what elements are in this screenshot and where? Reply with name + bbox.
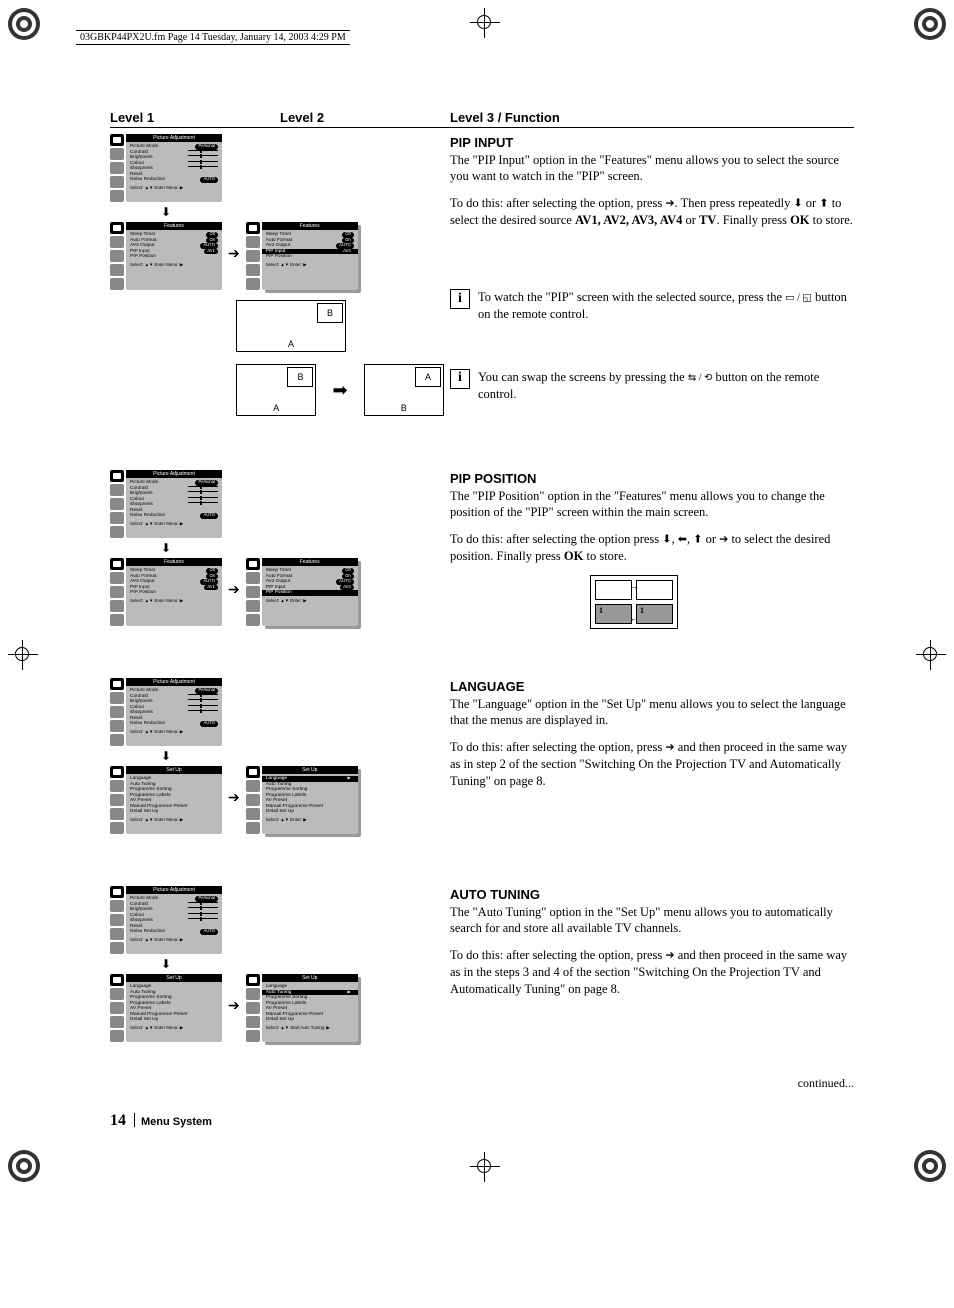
right-arrow-icon: ➔ <box>228 246 240 263</box>
pip-input-desc: The "PIP Input" option in the "Features"… <box>450 152 854 186</box>
page-footer: 14 Menu System <box>110 1111 854 1130</box>
main-label: A <box>288 339 294 349</box>
picture-adjustment-menu: Picture AdjustmentPicture ModePersonalCo… <box>110 886 450 954</box>
auto-tuning-diagram: Picture AdjustmentPicture ModePersonalCo… <box>110 886 450 1046</box>
features-menu-l2-pippos: FeaturesSleep TimerOffAuto FormatOnAV3 O… <box>246 558 358 626</box>
down-arrow-icon: ⬇ <box>662 534 671 546</box>
right-arrow-icon: ➔ <box>228 790 240 807</box>
footer-title: Menu System <box>141 1116 212 1128</box>
pip-position-title: PIP POSITION <box>450 470 854 488</box>
right-arrow-icon: ➔ <box>228 998 240 1015</box>
page-content: Level 1 Level 2 Level 3 / Function Pictu… <box>0 0 954 1190</box>
up-arrow-icon: ⬆ <box>819 198 828 210</box>
pip-position-howto: To do this: after selecting the option p… <box>450 531 854 565</box>
features-menu-l1: FeaturesSleep TimerOffAuto FormatOnAV3 O… <box>110 558 222 626</box>
level1-heading: Level 1 <box>110 110 280 125</box>
setup-menu-l1: Set UpLanguageAuto TuningProgramme Sorti… <box>110 766 222 834</box>
auto-tuning-section: Picture AdjustmentPicture ModePersonalCo… <box>110 886 854 1046</box>
registration-mark-icon <box>6 6 42 42</box>
crop-mark-icon <box>916 640 946 670</box>
right-arrow-icon: ➔ <box>665 950 674 962</box>
info-watch-pip: i To watch the "PIP" screen with the sel… <box>450 289 854 323</box>
right-arrow-icon: → <box>630 580 639 592</box>
level3-heading: Level 3 / Function <box>450 110 854 125</box>
language-title: LANGUAGE <box>450 678 854 696</box>
info-icon: i <box>450 289 470 309</box>
registration-mark-icon <box>912 1148 948 1184</box>
crop-mark-icon <box>470 1152 500 1182</box>
down-arrow-icon: ⬇ <box>156 958 176 970</box>
language-section: Picture AdjustmentPicture ModePersonalCo… <box>110 678 854 838</box>
auto-tuning-title: AUTO TUNING <box>450 886 854 904</box>
registration-mark-icon <box>912 6 948 42</box>
pip-position-quadrant-diagram: 1 1 → ← <box>590 575 678 629</box>
pip-label: B <box>327 308 333 318</box>
pip-position-section: Picture AdjustmentPicture ModePersonalCo… <box>110 470 854 630</box>
picture-adjustment-menu: Picture AdjustmentPicture ModePersonalCo… <box>110 678 450 746</box>
pip-input-title: PIP INPUT <box>450 134 854 152</box>
pip-input-section: Picture AdjustmentPicture ModePersonalCo… <box>110 134 854 422</box>
screen-preview-box-b: A B <box>364 364 444 416</box>
auto-tuning-desc: The "Auto Tuning" option in the "Set Up"… <box>450 904 854 938</box>
auto-tuning-howto: To do this: after selecting the option, … <box>450 947 854 998</box>
level2-heading: Level 2 <box>280 110 450 125</box>
page-number: 14 <box>110 1112 126 1130</box>
continued-label: continued... <box>110 1076 854 1091</box>
file-meta-header: 03GBKP44PX2U.fm Page 14 Tuesday, January… <box>76 30 350 45</box>
swap-arrow-icon: ➡ <box>332 380 347 401</box>
down-arrow-icon: ⬇ <box>156 206 176 218</box>
crop-mark-icon <box>470 8 500 38</box>
pip-input-diagram: Picture AdjustmentPicture ModePersonalCo… <box>110 134 450 422</box>
setup-menu-l2-auto: Set UpLanguageAuto Tuning▶Programme Sort… <box>246 974 358 1042</box>
down-arrow-icon: ⬇ <box>156 542 176 554</box>
language-howto: To do this: after selecting the option, … <box>450 739 854 790</box>
down-arrow-icon: ⬇ <box>156 750 176 762</box>
language-diagram: Picture AdjustmentPicture ModePersonalCo… <box>110 678 450 838</box>
swap-button-icon: ⇆ / ⟲ <box>688 372 713 383</box>
pip-input-howto: To do this: after selecting the option, … <box>450 195 854 229</box>
picture-adjustment-menu: Picture AdjustmentPicture ModePersonalCo… <box>110 134 450 202</box>
crop-mark-icon <box>8 640 38 670</box>
registration-mark-icon <box>6 1148 42 1184</box>
level-header-row: Level 1 Level 2 Level 3 / Function <box>110 110 854 128</box>
picture-adjustment-menu: Picture AdjustmentPicture ModePersonalCo… <box>110 470 450 538</box>
left-arrow-icon: ← <box>630 612 639 624</box>
info-icon: i <box>450 369 470 389</box>
features-menu-l2-pipinput: FeaturesSleep TimerOffAuto FormatOnAV3 O… <box>246 222 358 290</box>
pip-position-desc: The "PIP Position" option in the "Featur… <box>450 488 854 522</box>
features-menu-l1: FeaturesSleep TimerOffAuto FormatOnAV3 O… <box>110 222 222 290</box>
pip-position-diagram: Picture AdjustmentPicture ModePersonalCo… <box>110 470 450 630</box>
right-arrow-icon: ➔ <box>665 198 674 210</box>
setup-menu-l2-lang: Set UpLanguage▶Auto TuningProgramme Sort… <box>246 766 358 834</box>
language-desc: The "Language" option in the "Set Up" me… <box>450 696 854 730</box>
right-arrow-icon: ➔ <box>719 534 728 546</box>
right-arrow-icon: ➔ <box>228 582 240 599</box>
screen-preview-box-a: B A <box>236 364 316 416</box>
screen-preview-box: B A <box>236 300 346 352</box>
left-arrow-icon: ⬅ <box>678 534 687 546</box>
pip-button-icon: ▭ / ◱ <box>785 292 812 303</box>
right-arrow-icon: ➔ <box>665 742 674 754</box>
down-arrow-icon: ⬇ <box>793 198 802 210</box>
setup-menu-l1: Set UpLanguageAuto TuningProgramme Sorti… <box>110 974 222 1042</box>
info-swap: i You can swap the screens by pressing t… <box>450 369 854 403</box>
